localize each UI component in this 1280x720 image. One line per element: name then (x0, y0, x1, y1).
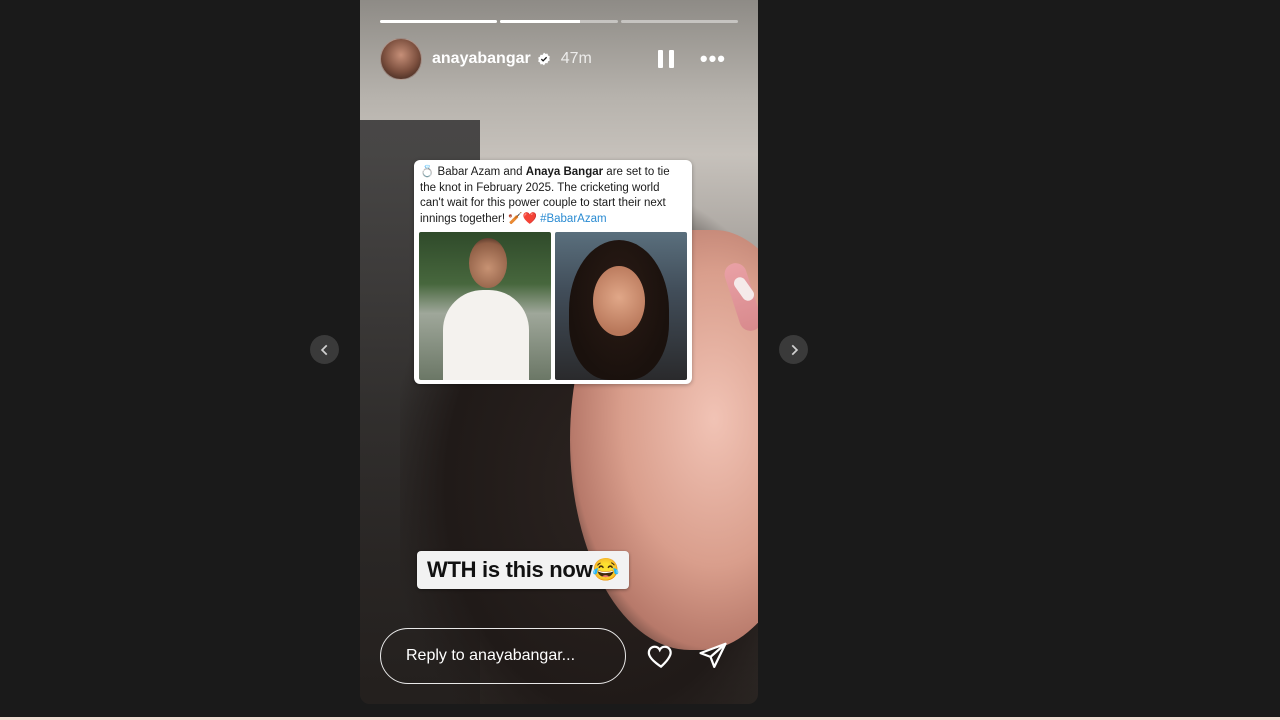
progress-segment-1 (380, 20, 498, 23)
more-options-icon[interactable]: ••• (700, 46, 726, 72)
ring-emoji: 💍 (420, 166, 435, 178)
story-progress (380, 20, 738, 23)
photo-anaya-face (593, 266, 645, 336)
hashtag-link[interactable]: #BabarAzam (540, 213, 606, 225)
story-caption: WTH is this now😂 (417, 551, 630, 589)
photo-anaya (555, 232, 687, 380)
story-header: anayabangar 47m ••• (380, 38, 738, 80)
pause-icon[interactable] (657, 50, 674, 68)
heart-icon[interactable] (646, 641, 676, 671)
username[interactable]: anayabangar (432, 50, 531, 68)
photo-babar-suit (443, 290, 529, 380)
progress-fill-2 (500, 20, 581, 23)
post-text: 💍 Babar Azam and Anaya Bangar are set to… (420, 165, 686, 227)
send-icon[interactable] (698, 640, 728, 670)
chevron-right-icon (791, 344, 798, 355)
story-viewer: anayabangar 47m ••• 💍 Babar Azam and Ana… (360, 0, 758, 704)
post-text-part-1: Babar Azam and (437, 166, 526, 178)
post-photos (419, 232, 687, 380)
shared-post-card[interactable]: 💍 Babar Azam and Anaya Bangar are set to… (414, 160, 692, 384)
progress-segment-3 (620, 20, 738, 23)
post-text-bold: Anaya Bangar (525, 166, 604, 178)
avatar[interactable] (380, 38, 422, 80)
reply-input[interactable]: Reply to anayabangar... (380, 628, 626, 684)
progress-segment-2 (500, 20, 618, 23)
story-time: 47m (560, 50, 592, 67)
previous-story-button[interactable] (310, 335, 339, 364)
photo-babar-head (469, 238, 507, 288)
next-story-button[interactable] (779, 335, 808, 364)
photo-babar (419, 232, 551, 380)
progress-fill-1 (380, 20, 498, 23)
verified-badge-icon (537, 52, 550, 66)
chevron-left-icon (320, 344, 327, 355)
